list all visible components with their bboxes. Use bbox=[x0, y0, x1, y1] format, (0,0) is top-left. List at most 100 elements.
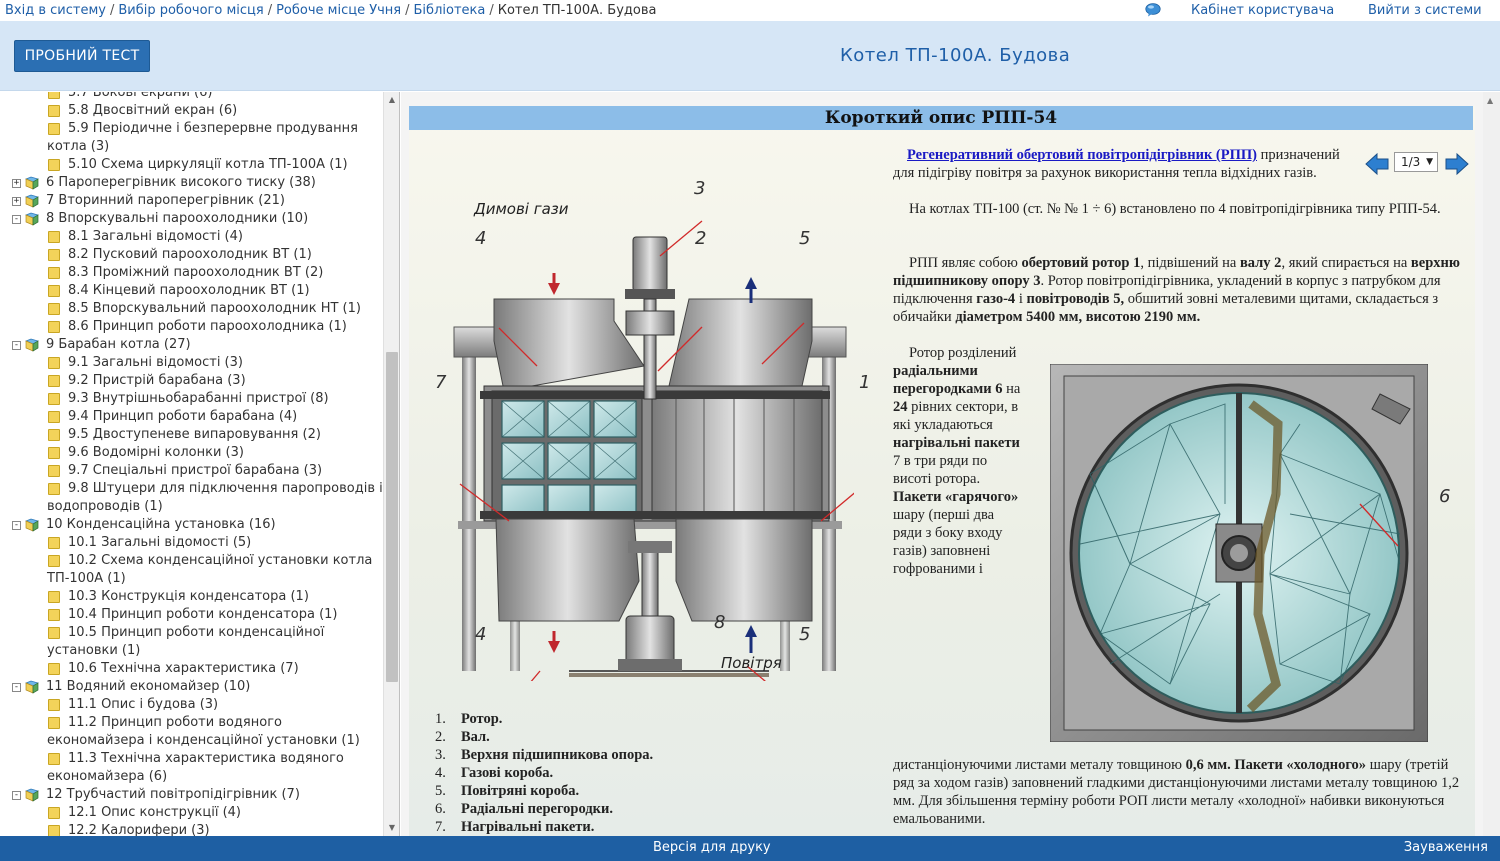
tree-leaf[interactable]: 9.6 Водомірні колонки (3) bbox=[0, 444, 383, 462]
tree-leaf[interactable]: 9.3 Внутрішньобарабанні пристрої (8) bbox=[0, 390, 383, 408]
document-icon bbox=[48, 627, 60, 639]
collapse-icon[interactable]: - bbox=[12, 215, 21, 224]
tree-item-label: 11.1 Опис і будова (3) bbox=[68, 697, 219, 712]
breadcrumb-student-workplace[interactable]: Робоче місце Учня bbox=[276, 3, 401, 18]
tree-leaf[interactable]: 10.2 Схема конденсаційної установки котл… bbox=[0, 552, 383, 588]
diagram-label-8: 8 bbox=[714, 612, 726, 633]
document-icon bbox=[48, 105, 60, 117]
document-icon bbox=[48, 357, 60, 369]
tree-leaf[interactable]: 10.6 Технічна характеристика (7) bbox=[0, 660, 383, 678]
diagram-label-5-bottom: 5 bbox=[799, 624, 811, 645]
collapse-icon[interactable]: - bbox=[12, 791, 21, 800]
tree-item-label: 10 Конденсаційна установка (16) bbox=[46, 517, 276, 532]
tree-leaf[interactable]: 5.9 Періодичне і безперервне продування … bbox=[0, 120, 383, 156]
collapse-icon[interactable]: - bbox=[12, 341, 21, 350]
tree-leaf[interactable]: 10.3 Конструкція конденсатора (1) bbox=[0, 588, 383, 606]
breadcrumb-library[interactable]: Бібліотека bbox=[414, 3, 486, 18]
document-icon bbox=[48, 249, 60, 261]
paragraph-rotor: Ротор розділений радіальними перегородка… bbox=[893, 344, 1021, 578]
tree-list: 5.7 Бокові екрани (6) 5.8 Двосвітний екра… bbox=[0, 92, 383, 836]
tree-item-label: 8.1 Загальні відомості (4) bbox=[68, 229, 243, 244]
header: ПРОБНИЙ ТЕСТ Котел ТП-100А. Будова bbox=[0, 21, 1500, 91]
tree-node[interactable]: - 9 Барабан котла (27) bbox=[0, 336, 383, 354]
tree-leaf[interactable]: 8.6 Принцип роботи пароохолодника (1) bbox=[0, 318, 383, 336]
document-icon bbox=[48, 303, 60, 315]
document-icon bbox=[48, 159, 60, 171]
document-icon bbox=[48, 663, 60, 675]
tree-leaf[interactable]: 10.5 Принцип роботи конденсаційної устан… bbox=[0, 624, 383, 660]
logout-link[interactable]: Вийти з системи bbox=[1368, 0, 1482, 21]
legend-number: 4. bbox=[435, 765, 446, 781]
tree-node[interactable]: - 10 Конденсаційна установка (16) bbox=[0, 516, 383, 534]
prev-page-arrow-icon[interactable] bbox=[1364, 152, 1390, 176]
tree-leaf[interactable]: 8.4 Кінцевий пароохолодник ВТ (1) bbox=[0, 282, 383, 300]
tree-node[interactable]: - 12 Трубчастий повітропідігрівник (7) bbox=[0, 786, 383, 804]
tree-item-label: 6 Пароперегрівник високого тиску (38) bbox=[46, 175, 316, 190]
document-icon bbox=[48, 447, 60, 459]
sidebar-scrollbar[interactable]: ▲ ▼ bbox=[383, 92, 399, 836]
tree-node[interactable]: +7 Вторинний пароперегрівник (21) bbox=[0, 192, 383, 210]
breadcrumb-login[interactable]: Вхід в систему bbox=[5, 3, 106, 18]
document-icon bbox=[48, 591, 60, 603]
document-icon bbox=[48, 753, 60, 765]
tree-node[interactable]: +6 Пароперегрівник високого тиску (38) bbox=[0, 174, 383, 192]
rotor-label-6: 6 bbox=[1439, 486, 1451, 507]
collapse-icon[interactable]: - bbox=[12, 521, 21, 530]
tree-leaf[interactable]: 9.7 Спеціальні пристрої барабана (3) bbox=[0, 462, 383, 480]
tree-leaf[interactable]: 12.2 Калорифери (3) bbox=[0, 822, 383, 836]
tree-node[interactable]: - 11 Водяний економайзер (10) bbox=[0, 678, 383, 696]
tree-leaf[interactable]: 8.1 Загальні відомості (4) bbox=[0, 228, 383, 246]
legend-number: 2. bbox=[435, 729, 446, 745]
chat-icon[interactable] bbox=[1145, 3, 1161, 17]
tree-leaf[interactable]: 11.1 Опис і будова (3) bbox=[0, 696, 383, 714]
legend-item: 5. Повітряні короба. bbox=[435, 782, 653, 800]
tree-leaf[interactable]: 9.1 Загальні відомості (3) bbox=[0, 354, 383, 372]
tree-item-label: 11.2 Принцип роботи водяного економайзер… bbox=[47, 715, 360, 748]
sidebar-tree: 5.7 Бокові екрани (6) 5.8 Двосвітний екра… bbox=[0, 92, 400, 836]
tree-leaf[interactable]: 9.2 Пристрій барабана (3) bbox=[0, 372, 383, 390]
breadcrumb-workplace-choice[interactable]: Вибір робочого місця bbox=[118, 3, 263, 18]
text-segment: газо-4 bbox=[976, 291, 1016, 307]
tree-leaf[interactable]: 5.8 Двосвітний екран (6) bbox=[0, 102, 383, 120]
tree-leaf[interactable]: 5.10 Схема циркуляції котла ТП-100А (1) bbox=[0, 156, 383, 174]
remarks-link[interactable]: Зауваження bbox=[1404, 836, 1488, 860]
tree-node[interactable]: - 8 Впорскувальні пароохолодники (10) bbox=[0, 210, 383, 228]
tree-leaf[interactable]: 5.7 Бокові екрани (6) bbox=[0, 92, 383, 102]
tree-leaf[interactable]: 9.8 Штуцери для підключення паропроводів… bbox=[0, 480, 383, 516]
user-cabinet-link[interactable]: Кабінет користувача bbox=[1191, 0, 1334, 21]
scroll-up-arrow-icon[interactable]: ▲ bbox=[384, 92, 399, 108]
tree-leaf[interactable]: 9.5 Двоступеневе випаровування (2) bbox=[0, 426, 383, 444]
chevron-down-icon: ▼ bbox=[1426, 157, 1433, 167]
tree-leaf[interactable]: 11.3 Технічна характеристика водяного ек… bbox=[0, 750, 383, 786]
tree-leaf[interactable]: 10.1 Загальні відомості (5) bbox=[0, 534, 383, 552]
next-page-arrow-icon[interactable] bbox=[1444, 152, 1470, 176]
tree-leaf[interactable]: 12.1 Опис конструкції (4) bbox=[0, 804, 383, 822]
content-scrollbar[interactable]: ▲ bbox=[1483, 92, 1500, 836]
tree-leaf[interactable]: 8.5 Впорскувальний пароохолодник НТ (1) bbox=[0, 300, 383, 318]
document-icon bbox=[48, 411, 60, 423]
tree-leaf[interactable]: 10.4 Принцип роботи конденсатора (1) bbox=[0, 606, 383, 624]
print-version-link[interactable]: Версія для друку bbox=[653, 836, 771, 860]
scroll-down-arrow-icon[interactable]: ▼ bbox=[384, 820, 399, 836]
collapse-icon[interactable]: - bbox=[12, 683, 21, 692]
tree-leaf[interactable]: 9.4 Принцип роботи барабана (4) bbox=[0, 408, 383, 426]
expand-icon[interactable]: + bbox=[12, 197, 21, 206]
tree-leaf[interactable]: 8.2 Пусковий пароохолодник ВТ (1) bbox=[0, 246, 383, 264]
scroll-up-arrow-icon[interactable]: ▲ bbox=[1487, 96, 1493, 105]
expand-icon[interactable]: + bbox=[12, 179, 21, 188]
page-select[interactable]: 1/3 ▼ bbox=[1394, 152, 1438, 172]
trial-test-button[interactable]: ПРОБНИЙ ТЕСТ bbox=[14, 40, 150, 72]
text-segment: нагрівальні пакети bbox=[893, 435, 1020, 451]
breadcrumb: Вхід в систему / Вибір робочого місця / Робо… bbox=[5, 3, 657, 18]
scroll-thumb[interactable] bbox=[386, 352, 398, 682]
rpp-term-link[interactable]: Регенеративний обертовий повітропідігрів… bbox=[907, 147, 1257, 163]
diagram-label-4-top: 4 bbox=[475, 228, 487, 249]
text-segment: обертовий ротор 1 bbox=[1021, 255, 1141, 271]
tree-item-label: 9.5 Двоступеневе випаровування (2) bbox=[68, 427, 321, 442]
legend-number: 3. bbox=[435, 747, 446, 763]
tree-leaf[interactable]: 11.2 Принцип роботи водяного економайзер… bbox=[0, 714, 383, 750]
legend-number: 1. bbox=[435, 711, 446, 727]
legend-text: Повітряні короба. bbox=[461, 783, 580, 799]
tree-leaf[interactable]: 8.3 Проміжний пароохолодник ВТ (2) bbox=[0, 264, 383, 282]
tree-item-label: 12.2 Калорифери (3) bbox=[68, 823, 210, 836]
